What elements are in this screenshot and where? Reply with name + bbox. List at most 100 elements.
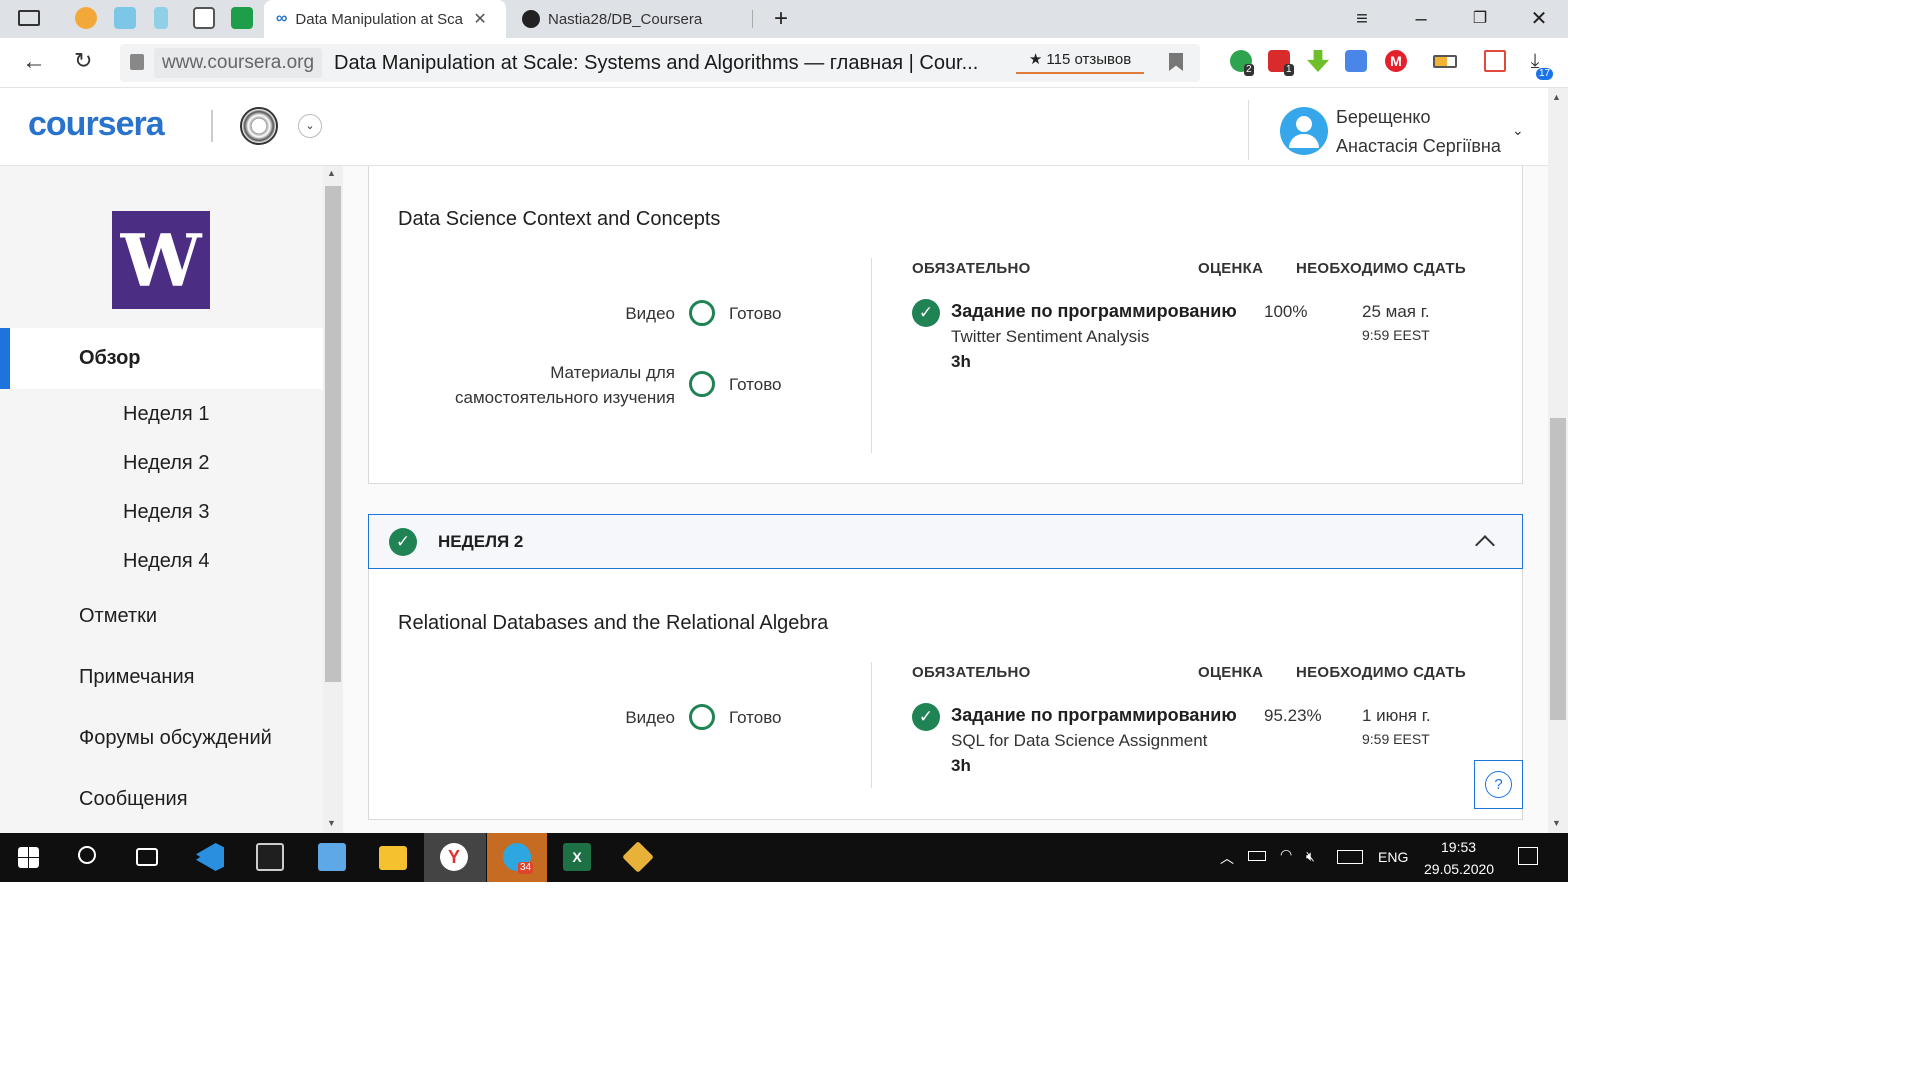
scroll-down-arrow-icon[interactable]: ▼ <box>327 818 336 828</box>
github-icon <box>522 10 540 28</box>
assignment-name[interactable]: SQL for Data Science Assignment <box>951 731 1207 751</box>
close-window-icon[interactable]: ✕ <box>1526 6 1552 32</box>
due-date: 1 июня г. <box>1362 706 1431 725</box>
assignment-duration: 3h <box>951 756 971 775</box>
close-tab-icon[interactable]: ✕ <box>473 9 486 29</box>
notifications-icon[interactable] <box>1518 847 1538 865</box>
user-menu-chevron-icon[interactable]: ⌄ <box>1512 122 1524 139</box>
status-ring-icon <box>689 300 715 326</box>
search-icon[interactable] <box>78 846 96 864</box>
task-view-icon[interactable] <box>136 848 158 866</box>
col-due: НЕОБХОДИМО СДАТЬ <box>1296 260 1466 277</box>
assignment-grade: 100% <box>1264 302 1308 321</box>
sidebar-item-week-4[interactable]: Неделя 4 <box>123 550 209 573</box>
avatar[interactable] <box>1280 107 1328 155</box>
user-name-second[interactable]: Анастасія Сергіївна <box>1336 133 1501 159</box>
lock-icon <box>130 54 144 70</box>
red-extension-badge: 1 <box>1284 64 1294 76</box>
sidebar-item-grades[interactable]: Отметки <box>79 605 157 628</box>
pdf-icon[interactable] <box>1484 50 1506 72</box>
status-label: Готово <box>729 708 782 727</box>
terminal-icon[interactable] <box>256 843 284 871</box>
reviews-badge[interactable]: ★ 115 отзывов <box>1016 48 1144 74</box>
help-question-icon[interactable]: ? <box>1485 771 1512 798</box>
coursera-logo[interactable]: coursera <box>28 105 165 144</box>
pinned-tab-sheets-icon[interactable] <box>231 7 253 29</box>
column-divider <box>871 662 872 788</box>
browser-tab-strip: ∞ Data Manipulation at Sca ✕ Nastia28/DB… <box>0 0 1568 38</box>
yandex-browser-icon[interactable]: Y <box>440 843 468 871</box>
excel-icon[interactable]: X <box>563 843 591 871</box>
battery-tray-icon[interactable] <box>1248 851 1266 861</box>
column-divider <box>871 258 872 453</box>
scroll-up-arrow-icon[interactable]: ▲ <box>1552 92 1561 102</box>
check-circle-icon: ✓ <box>389 528 417 556</box>
sidebar-item-overview[interactable] <box>0 328 323 389</box>
back-arrow-icon[interactable]: ← <box>22 48 46 76</box>
status-ring-icon <box>689 371 715 397</box>
col-required: ОБЯЗАТЕЛЬНО <box>912 260 1031 277</box>
sidebar-scrollbar-thumb[interactable] <box>325 186 341 682</box>
clock-time[interactable]: 19:53 <box>1441 839 1476 855</box>
scroll-down-arrow-icon[interactable]: ▼ <box>1552 818 1561 828</box>
lesson-title[interactable]: Relational Databases and the Relational … <box>398 612 828 635</box>
battery-icon[interactable] <box>1433 55 1457 68</box>
video-label[interactable]: Видео <box>560 301 675 326</box>
windows-taskbar <box>0 833 1568 882</box>
user-silhouette-body <box>1289 134 1319 148</box>
minimize-icon[interactable]: – <box>1408 6 1434 32</box>
assignment-grade: 95.23% <box>1264 706 1322 725</box>
volume-muted-icon[interactable]: 🔇︎ <box>1306 848 1315 865</box>
tab-github[interactable]: Nastia28/DB_Coursera <box>512 0 752 38</box>
restore-icon[interactable]: ❐ <box>1467 6 1493 32</box>
new-tab-plus-icon[interactable]: + <box>768 6 794 32</box>
col-required: ОБЯЗАТЕЛЬНО <box>912 664 1031 681</box>
pinned-tab-yandex-icon[interactable] <box>75 7 97 29</box>
pinned-tab-gmail-icon[interactable] <box>193 7 215 29</box>
check-circle-icon: ✓ <box>912 703 940 731</box>
chevron-down-icon[interactable]: ⌄ <box>298 114 322 138</box>
week-2-header[interactable] <box>368 514 1523 569</box>
tab-title: Data Manipulation at Sca <box>295 10 464 28</box>
user-name-first[interactable]: Берещенко <box>1336 104 1431 130</box>
sidebar-item-forums[interactable]: Форумы обсуждений <box>79 727 272 750</box>
wifi-icon[interactable]: ◠ <box>1280 846 1292 863</box>
tab-divider <box>752 10 753 28</box>
assignment-type[interactable]: Задание по программированию <box>951 705 1237 726</box>
sidebar-item-messages[interactable]: Сообщения <box>79 788 188 811</box>
status-label: Готово <box>729 304 782 323</box>
language-indicator[interactable]: ENG <box>1378 849 1408 865</box>
university-w-logo[interactable]: W <box>112 211 210 309</box>
sidebar-toggle-icon[interactable] <box>18 10 40 26</box>
scroll-up-arrow-icon[interactable]: ▲ <box>327 168 336 178</box>
reading-label[interactable]: Материалы для самостоятельного изучения <box>380 360 675 410</box>
pinned-tab-robot-icon[interactable] <box>114 7 136 29</box>
reload-icon[interactable]: ↻ <box>74 48 92 74</box>
assignment-name[interactable]: Twitter Sentiment Analysis <box>951 327 1149 347</box>
windows-start-icon[interactable] <box>18 847 39 868</box>
url-host[interactable]: www.coursera.org <box>154 48 323 78</box>
tab-data-manipulation[interactable]: ∞ Data Manipulation at Sca ✕ <box>264 0 506 38</box>
sidebar-item-week-2[interactable]: Неделя 2 <box>123 452 209 475</box>
mail-m-icon[interactable]: M <box>1385 50 1407 72</box>
show-hidden-icons-chevron[interactable]: ︿ <box>1220 848 1234 868</box>
week-2-title: НЕДЕЛЯ 2 <box>438 532 524 551</box>
keyboard-icon[interactable] <box>1337 850 1363 864</box>
status-ring-icon <box>689 704 715 730</box>
sidebar-item-notes[interactable]: Примечания <box>79 666 194 689</box>
lesson-title[interactable]: Data Science Context and Concepts <box>398 208 720 231</box>
pinned-tab-app-icon[interactable] <box>154 7 168 29</box>
sidebar-item-overview-label: Обзор <box>79 347 141 369</box>
clock-date[interactable]: 29.05.2020 <box>1424 861 1494 877</box>
control-panel-icon[interactable] <box>318 843 346 871</box>
university-seal-logo[interactable] <box>240 107 278 145</box>
assignment-type[interactable]: Задание по программированию <box>951 301 1237 322</box>
menu-icon[interactable]: ≡ <box>1349 6 1375 32</box>
translate-icon[interactable] <box>1345 50 1367 72</box>
page-scrollbar-thumb[interactable] <box>1550 418 1566 720</box>
sidebar-item-week-1[interactable]: Неделя 1 <box>123 403 209 426</box>
file-explorer-icon[interactable] <box>379 846 407 870</box>
page-title-in-address[interactable]: Data Manipulation at Scale: Systems and … <box>334 50 978 76</box>
video-label[interactable]: Видео <box>560 705 675 730</box>
sidebar-item-week-3[interactable]: Неделя 3 <box>123 501 209 524</box>
